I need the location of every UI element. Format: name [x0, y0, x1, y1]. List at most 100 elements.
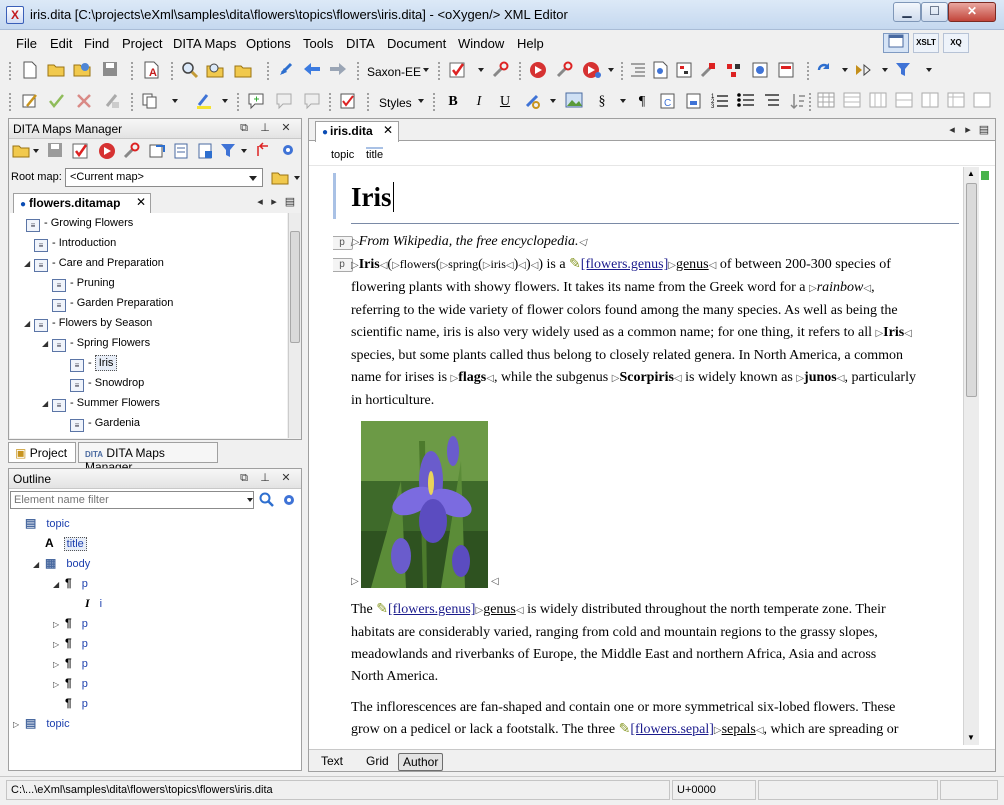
- paragraph-inflorescence[interactable]: The inflorescences are fan-shaped and co…: [351, 697, 955, 742]
- keyref-link[interactable]: [flowers.genus]: [581, 257, 668, 272]
- float-panel-icon[interactable]: ⧉: [237, 471, 251, 485]
- outline-item[interactable]: ▷ ▤ topic: [13, 713, 70, 733]
- chevron-down-icon[interactable]: [550, 99, 556, 103]
- menu-edit[interactable]: Edit: [50, 36, 72, 51]
- outline-item[interactable]: ◢ ▦ body: [33, 553, 90, 573]
- tree-editor-icon[interactable]: [724, 61, 744, 81]
- new-file-icon[interactable]: [20, 61, 40, 81]
- back-icon[interactable]: [302, 61, 322, 81]
- mode-author[interactable]: Author: [398, 753, 444, 771]
- accept-change-icon[interactable]: [46, 92, 66, 112]
- document-area[interactable]: Iris p ▷From Wikipedia, the free encyclo…: [333, 167, 967, 745]
- close-icon[interactable]: ✕: [383, 123, 393, 137]
- highlight-icon[interactable]: [194, 92, 214, 112]
- delete-column-icon[interactable]: [920, 92, 940, 112]
- sort-icon[interactable]: [788, 92, 808, 112]
- italic-icon[interactable]: I: [469, 92, 489, 112]
- pin-icon[interactable]: ⊥: [258, 471, 272, 485]
- chevron-down-icon[interactable]: [478, 68, 484, 72]
- find-icon[interactable]: [180, 61, 200, 81]
- close-icon[interactable]: ✕: [136, 195, 146, 209]
- map-tree-item[interactable]: ≡ - Pruning: [42, 273, 115, 293]
- expand-toggle-icon[interactable]: ◢: [42, 334, 52, 354]
- breadcrumb-title[interactable]: title: [366, 147, 384, 161]
- paragraph-badge[interactable]: p: [333, 258, 353, 272]
- outline-item[interactable]: Ii: [73, 593, 102, 613]
- configure-transformation-icon[interactable]: [121, 142, 141, 162]
- mode-grid[interactable]: Grid: [362, 753, 393, 769]
- tree-view-icon[interactable]: [674, 61, 694, 81]
- table-properties-icon[interactable]: [946, 92, 966, 112]
- xinclude-icon[interactable]: [854, 61, 874, 81]
- outline-item[interactable]: ▷ ¶ p: [53, 633, 88, 653]
- outline-item[interactable]: ▷ ¶ p: [53, 613, 88, 633]
- table-icon[interactable]: [776, 61, 796, 81]
- expand-toggle-icon[interactable]: ◢: [33, 555, 45, 575]
- tab-prev-icon[interactable]: ◂: [253, 195, 267, 209]
- menu-project[interactable]: Project: [122, 36, 162, 51]
- toolbar-grip[interactable]: [620, 61, 624, 81]
- chevron-down-icon[interactable]: [423, 68, 429, 72]
- edit-comment-icon[interactable]: [274, 92, 294, 112]
- editor-tab[interactable]: ● iris.dita ✕: [315, 121, 399, 142]
- tab-next-icon[interactable]: ▸: [267, 195, 281, 209]
- toolbar-grip[interactable]: [266, 61, 270, 81]
- keyref-link[interactable]: [flowers.genus]: [388, 602, 475, 617]
- chevron-down-icon[interactable]: [222, 99, 228, 103]
- minimize-button[interactable]: ▁: [893, 2, 921, 22]
- apply-transformation-icon[interactable]: [97, 142, 117, 162]
- track-changes-icon[interactable]: [20, 92, 40, 112]
- move-up-icon[interactable]: [253, 142, 273, 162]
- open-url-icon[interactable]: [72, 61, 92, 81]
- map-tree-item[interactable]: ≡ - Introduction: [24, 233, 116, 253]
- toolbar-grip[interactable]: [356, 61, 360, 81]
- configure-validation-icon[interactable]: [490, 61, 510, 81]
- open-folder-icon[interactable]: [46, 61, 66, 81]
- paragraph-badge[interactable]: p: [333, 236, 353, 250]
- save-map-icon[interactable]: [45, 142, 65, 162]
- chevron-down-icon[interactable]: [842, 68, 848, 72]
- comment-change-icon[interactable]: [102, 92, 122, 112]
- filter-icon[interactable]: [894, 61, 914, 81]
- definition-list-icon[interactable]: [762, 92, 782, 112]
- settings-icon[interactable]: [279, 142, 299, 162]
- tab-dita-maps-manager[interactable]: DITA DITA Maps Manager: [78, 442, 218, 474]
- outline-item[interactable]: ▤ topic: [13, 513, 70, 533]
- xpath-icon[interactable]: [698, 61, 718, 81]
- menu-dita-maps[interactable]: DITA Maps: [173, 36, 236, 51]
- tab-project[interactable]: ▣ Project: [8, 442, 76, 463]
- keyref-link[interactable]: [flowers.sepal]: [630, 722, 714, 737]
- map-tree-item[interactable]: ≡ - Iris: [60, 353, 118, 373]
- ordered-list-icon[interactable]: 123: [710, 92, 730, 112]
- insert-topicref-icon[interactable]: [171, 142, 191, 162]
- map-tree-item[interactable]: ≡ - Snowdrop: [60, 373, 144, 393]
- iris-flower-image[interactable]: [361, 421, 488, 588]
- toolbar-grip[interactable]: [130, 92, 134, 112]
- insert-column-icon[interactable]: [868, 92, 888, 112]
- expand-toggle-icon[interactable]: ◢: [42, 394, 52, 414]
- expand-toggle-icon[interactable]: ▷: [53, 615, 65, 635]
- toolbar-grip[interactable]: [8, 61, 12, 81]
- tab-list-icon[interactable]: ▤: [283, 195, 297, 209]
- apply-transformation-icon[interactable]: [528, 61, 548, 81]
- chevron-down-icon[interactable]: [882, 68, 888, 72]
- outline-item[interactable]: ▷ ¶ p: [53, 653, 88, 673]
- maximize-button[interactable]: ☐: [921, 2, 948, 22]
- filter-icon[interactable]: [219, 142, 239, 162]
- tab-next-icon[interactable]: ▸: [961, 123, 975, 137]
- transform-engine-select[interactable]: Saxon-EE: [367, 65, 421, 79]
- menu-help[interactable]: Help: [517, 36, 544, 51]
- map-tree-item[interactable]: ◢ ≡ - Care and Preparation: [24, 253, 164, 273]
- pin-icon[interactable]: ⊥: [258, 121, 272, 135]
- float-panel-icon[interactable]: ⧉: [237, 121, 251, 135]
- vertical-scrollbar[interactable]: [288, 213, 301, 438]
- vertical-scrollbar[interactable]: ▲ ▼: [963, 167, 979, 745]
- close-icon[interactable]: ✕: [279, 121, 293, 135]
- xquery-debugger-button[interactable]: XQ: [943, 33, 969, 53]
- menu-window[interactable]: Window: [458, 36, 504, 51]
- validate-map-icon[interactable]: [71, 142, 91, 162]
- bold-icon[interactable]: B: [443, 92, 463, 112]
- reject-change-icon[interactable]: [74, 92, 94, 112]
- toolbar-grip[interactable]: [366, 92, 370, 112]
- join-cells-icon[interactable]: [972, 92, 992, 112]
